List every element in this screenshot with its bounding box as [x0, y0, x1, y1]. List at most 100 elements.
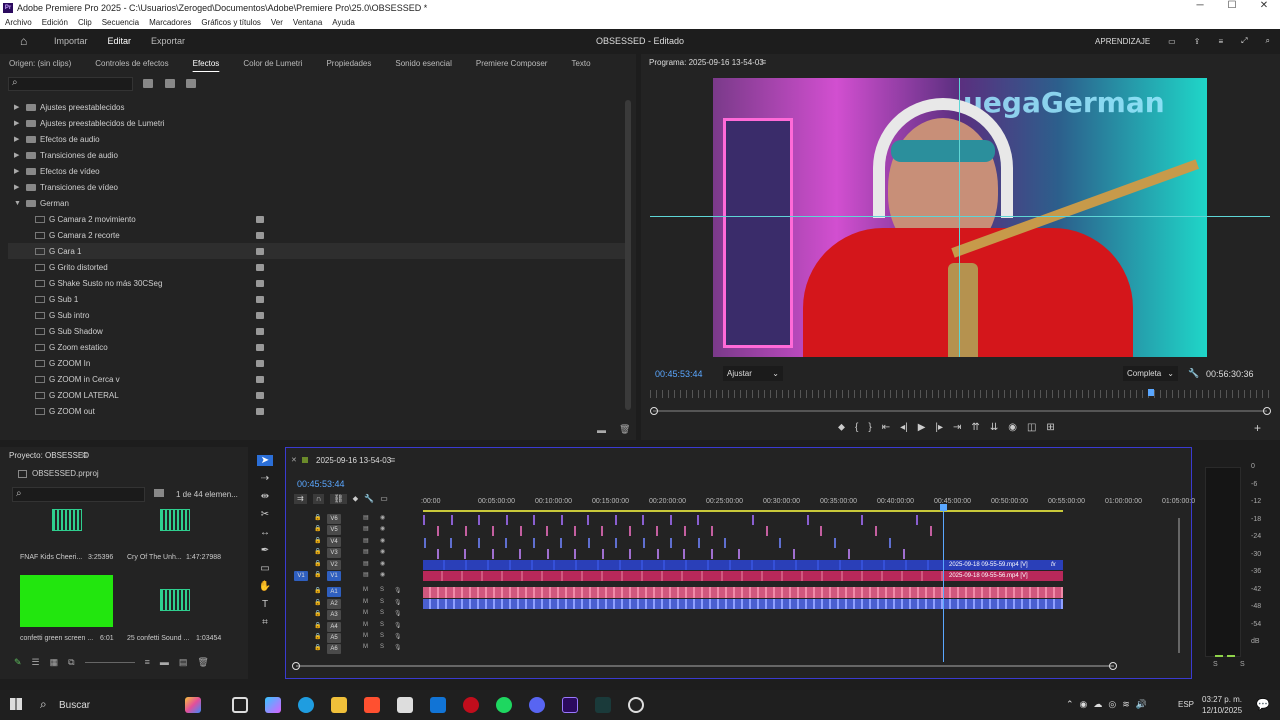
sync-lock-icon[interactable]: ▤: [363, 548, 369, 555]
small-clip[interactable]: [560, 515, 563, 525]
preset-row[interactable]: G ZOOM in Cerca v: [8, 371, 630, 387]
lock-icon[interactable]: 🔒: [314, 514, 321, 521]
solo-icon[interactable]: S: [380, 610, 384, 616]
eye-icon[interactable]: ◉: [380, 560, 385, 567]
sync-lock-icon[interactable]: ▤: [363, 560, 369, 567]
fullscreen-icon[interactable]: ⤢: [1241, 36, 1247, 46]
project-thumb[interactable]: [128, 585, 222, 639]
lock-icon[interactable]: 🔒: [314, 571, 321, 578]
small-clip[interactable]: [614, 537, 617, 548]
folder-row[interactable]: ▶ Transiciones de vídeo: [8, 179, 630, 195]
opera-icon[interactable]: [463, 697, 479, 713]
yuv-filter-icon[interactable]: [186, 79, 196, 88]
menu-ventana[interactable]: Ventana: [288, 18, 327, 27]
sort-icon[interactable]: ≡: [145, 657, 150, 671]
track-label[interactable]: V2: [327, 559, 341, 570]
mute-icon[interactable]: M: [363, 610, 368, 616]
menu-secuencia[interactable]: Secuencia: [97, 18, 144, 27]
sync-lock-icon[interactable]: ▤: [363, 525, 369, 532]
microphone-icon[interactable]: 🎙: [394, 622, 402, 629]
small-clip[interactable]: [738, 549, 741, 560]
freeform-view-icon[interactable]: ⧉: [68, 657, 74, 671]
track-label[interactable]: V5: [327, 525, 341, 536]
eye-icon[interactable]: ◉: [380, 537, 385, 544]
eye-icon[interactable]: ◉: [380, 548, 385, 555]
small-clip[interactable]: [491, 526, 494, 537]
audio-track-header[interactable]: 🔒 A1 M S 🎙: [286, 587, 421, 598]
folder-row[interactable]: ▶ Transiciones de audio: [8, 147, 630, 163]
tab-editar[interactable]: Editar: [108, 36, 132, 46]
small-clip[interactable]: [615, 515, 618, 525]
small-clip[interactable]: [546, 526, 549, 537]
steam-icon[interactable]: ◎: [1108, 699, 1116, 710]
audio-track-header[interactable]: 🔒 A2 M S 🎙: [286, 598, 421, 610]
lock-icon[interactable]: 🔒: [314, 587, 321, 594]
preset-row[interactable]: G Camara 2 recorte: [8, 227, 630, 243]
selection-tool-icon[interactable]: ➤: [257, 455, 273, 466]
small-clip[interactable]: [478, 537, 481, 548]
effects-search-input[interactable]: [8, 77, 133, 91]
tab-sonido[interactable]: Sonido esencial: [383, 59, 463, 68]
chevron-right-icon[interactable]: ▶: [14, 119, 24, 127]
zoom-handle-right[interactable]: [1263, 407, 1271, 415]
type-tool-icon[interactable]: T: [262, 599, 268, 610]
learning-label[interactable]: APRENDIZAJE: [1095, 37, 1150, 46]
microphone-icon[interactable]: 🎙: [394, 610, 402, 617]
small-clip[interactable]: [573, 549, 576, 560]
video-track-header[interactable]: 🔒 V4 ▤ ◉: [286, 536, 421, 548]
small-clip[interactable]: [574, 526, 577, 537]
new-bin-icon[interactable]: ▬: [597, 425, 606, 435]
ripple-edit-icon[interactable]: ⇹: [261, 491, 269, 502]
folder-row[interactable]: ▶ Ajustes preestablecidos: [8, 99, 630, 115]
track-label[interactable]: A4: [327, 621, 341, 632]
panel-menu-icon[interactable]: ≡: [390, 455, 395, 465]
small-clip[interactable]: [711, 549, 714, 560]
preset-row[interactable]: G Shake Susto no más 30CSeg: [8, 275, 630, 291]
file-explorer-icon[interactable]: [331, 697, 347, 713]
scroll-handle-left[interactable]: [292, 662, 300, 670]
small-clip[interactable]: [875, 526, 878, 537]
solo-icon[interactable]: S: [380, 622, 384, 628]
settings-wrench-icon[interactable]: 🔧: [364, 494, 374, 504]
video-track-header[interactable]: 🔒 V5 ▤ ◉: [286, 525, 421, 536]
menu-archivo[interactable]: Archivo: [0, 18, 37, 27]
close-icon[interactable]: ✕: [1248, 0, 1280, 11]
discord-icon[interactable]: [529, 697, 545, 713]
solo-left[interactable]: S: [1213, 661, 1218, 668]
chevron-right-icon[interactable]: ▶: [14, 183, 24, 191]
small-clip[interactable]: [929, 526, 932, 537]
menu-clip[interactable]: Clip: [73, 18, 97, 27]
lock-icon[interactable]: 🔒: [314, 525, 321, 532]
caption-icon[interactable]: ⌗: [262, 617, 268, 628]
small-clip[interactable]: [423, 515, 425, 525]
monitor-playhead[interactable]: [1148, 389, 1154, 396]
panel-menu-icon[interactable]: ≡: [761, 57, 766, 67]
extract-icon[interactable]: ⇊: [990, 422, 998, 433]
new-item-icon[interactable]: ▤: [179, 657, 188, 671]
small-clip[interactable]: [532, 515, 535, 525]
small-clip[interactable]: [546, 549, 549, 560]
green-screen-thumb[interactable]: [20, 575, 113, 627]
a1-audio-clip[interactable]: [423, 587, 1063, 599]
panel-icon[interactable]: ▭: [1168, 37, 1176, 46]
lock-icon[interactable]: 🔒: [314, 610, 321, 617]
quality-dropdown[interactable]: Completa ⌄: [1123, 366, 1178, 381]
project-thumb[interactable]: [128, 505, 222, 559]
tab-texto[interactable]: Texto: [559, 59, 602, 68]
panel-menu-icon[interactable]: ≡: [82, 450, 87, 460]
wrench-icon[interactable]: 🔧: [1188, 368, 1199, 379]
small-clip[interactable]: [436, 526, 439, 537]
chevron-right-icon[interactable]: ▶: [14, 103, 24, 111]
small-clip[interactable]: [464, 526, 467, 537]
step-back-icon[interactable]: ◂|: [900, 422, 908, 433]
chevron-right-icon[interactable]: ▶: [14, 167, 24, 175]
small-clip[interactable]: [792, 549, 795, 560]
small-clip[interactable]: [464, 549, 467, 560]
small-clip[interactable]: [697, 537, 700, 548]
play-icon[interactable]: ▶: [918, 422, 926, 433]
terminal-icon[interactable]: [595, 697, 611, 713]
fit-dropdown[interactable]: Ajustar ⌄: [723, 366, 783, 381]
small-clip[interactable]: [765, 526, 768, 537]
solo-icon[interactable]: S: [380, 587, 384, 593]
zoom-scrollbar[interactable]: [653, 410, 1267, 412]
